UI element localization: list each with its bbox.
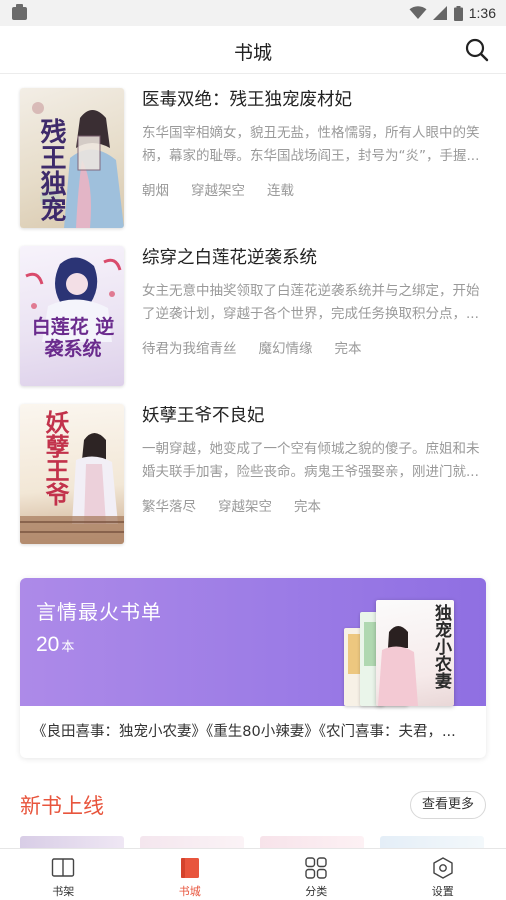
- signal-icon: [432, 6, 447, 20]
- book-meta: 繁华落尽 穿越架空 完本: [142, 495, 488, 515]
- book-author: 繁华落尽: [142, 499, 196, 515]
- book-author: 待君为我绾青丝: [142, 341, 237, 357]
- nav-bookstore[interactable]: 书城: [127, 849, 254, 900]
- book-category: 穿越架空: [218, 499, 272, 515]
- cover-title: 白莲花 逆袭系统: [31, 316, 115, 360]
- booklist-banner: 言情最火书单 20 本 独宠小农妻: [20, 578, 486, 706]
- booklist-title: 言情最火书单: [36, 600, 162, 624]
- nav-label-settings: 设置: [431, 885, 454, 898]
- book-status: 完本: [294, 499, 321, 515]
- book-icon: [52, 858, 75, 877]
- bookstore-icon: [180, 858, 199, 878]
- book-meta: 朝烟 穿越架空 连载: [142, 179, 488, 199]
- nav-label-category: 分类: [305, 885, 328, 898]
- wifi-icon: [409, 6, 427, 19]
- notification-icon: [12, 4, 27, 20]
- cover-title: 残王独宠: [36, 118, 66, 222]
- search-icon[interactable]: [464, 37, 490, 63]
- nav-settings[interactable]: 设置: [380, 849, 506, 900]
- book-title[interactable]: 妖孽王爷不良妃: [142, 404, 488, 428]
- book-status: 完本: [334, 341, 362, 357]
- book-description: 一朝穿越，她变成了一个空有倾城之貌的傻子。庶姐和未婚夫联手加害，险些丧命。病鬼王…: [142, 441, 480, 480]
- nav-bookshelf[interactable]: 书架: [0, 849, 127, 900]
- nav-label-bookshelf: 书架: [52, 885, 75, 898]
- booklist-covers: 独宠小农妻: [344, 598, 464, 706]
- status-time: 1:36: [468, 5, 496, 21]
- status-bar: 1:36: [0, 0, 506, 26]
- section-title-new-books: 新书上线: [20, 794, 104, 818]
- book-author: 朝烟: [142, 183, 169, 199]
- status-indicators: 1:36: [409, 4, 496, 22]
- category-icon: [305, 857, 327, 879]
- page-title: 书城: [233, 42, 272, 64]
- booklist-card[interactable]: 言情最火书单 20 本 独宠小农妻 《良田喜事：独宠小农妻》《重生80小辣妻》《农…: [20, 578, 486, 758]
- settings-icon: [433, 857, 453, 879]
- booklist-count-unit: 本: [61, 640, 75, 655]
- book-item[interactable]: 残王独宠 医毒双绝：残王独宠废材妃 东华国宰相嫡女，貌丑无盐，性格懦弱，所有人眼…: [20, 88, 490, 228]
- book-status: 连载: [267, 183, 294, 199]
- view-more-button[interactable]: 查看更多: [410, 791, 486, 819]
- book-item[interactable]: 妖孽王爷 妖孽王爷不良妃 一朝穿越，她变成了一个空有倾城之貌的傻子。庶姐和未婚夫…: [20, 404, 490, 544]
- app-header: 书城: [0, 26, 506, 74]
- book-category: 穿越架空: [191, 183, 245, 199]
- book-description: 东华国宰相嫡女，貌丑无盐，性格懦弱，所有人眼中的笑柄，幕家的耻辱。东华国战场阎王…: [142, 125, 480, 164]
- book-meta: 待君为我绾青丝 魔幻情缘 完本: [142, 337, 488, 357]
- nav-label-bookstore: 书城: [178, 885, 201, 898]
- booklist-titles: 《良田喜事：独宠小农妻》《重生80小辣妻》《农门喜事：夫君，...: [32, 724, 456, 740]
- book-description: 女主无意中抽奖领取了白莲花逆袭系统并与之绑定，开始了逆袭计划，穿越于各个世界，完…: [142, 283, 480, 322]
- book-info: 综穿之白莲花逆袭系统 女主无意中抽奖领取了白莲花逆袭系统并与之绑定，开始了逆袭计…: [142, 246, 488, 357]
- cover-title: 妖孽王爷: [41, 410, 69, 506]
- battery-icon: [453, 5, 463, 21]
- booklist-count: 20 本: [36, 633, 74, 657]
- book-title[interactable]: 综穿之白莲花逆袭系统: [142, 246, 488, 270]
- book-cover[interactable]: 残王独宠: [20, 88, 124, 228]
- book-cover[interactable]: 妖孽王爷: [20, 404, 124, 544]
- cover-title: 独宠小农妻: [431, 604, 451, 689]
- stacked-cover-front: 独宠小农妻: [376, 600, 454, 706]
- book-category: 魔幻情缘: [258, 341, 313, 357]
- nav-category[interactable]: 分类: [253, 849, 380, 900]
- book-title[interactable]: 医毒双绝：残王独宠废材妃: [142, 88, 488, 112]
- book-item[interactable]: 白莲花 逆袭系统 综穿之白莲花逆袭系统 女主无意中抽奖领取了白莲花逆袭系统并与之…: [20, 246, 490, 386]
- book-info: 妖孽王爷不良妃 一朝穿越，她变成了一个空有倾城之貌的傻子。庶姐和未婚夫联手加害，…: [142, 404, 488, 515]
- book-cover[interactable]: 白莲花 逆袭系统: [20, 246, 124, 386]
- book-info: 医毒双绝：残王独宠废材妃 东华国宰相嫡女，貌丑无盐，性格懦弱，所有人眼中的笑柄，…: [142, 88, 488, 199]
- booklist-count-number: 20: [36, 633, 60, 656]
- bottom-nav: 书架 书城 分类 设置: [0, 848, 506, 900]
